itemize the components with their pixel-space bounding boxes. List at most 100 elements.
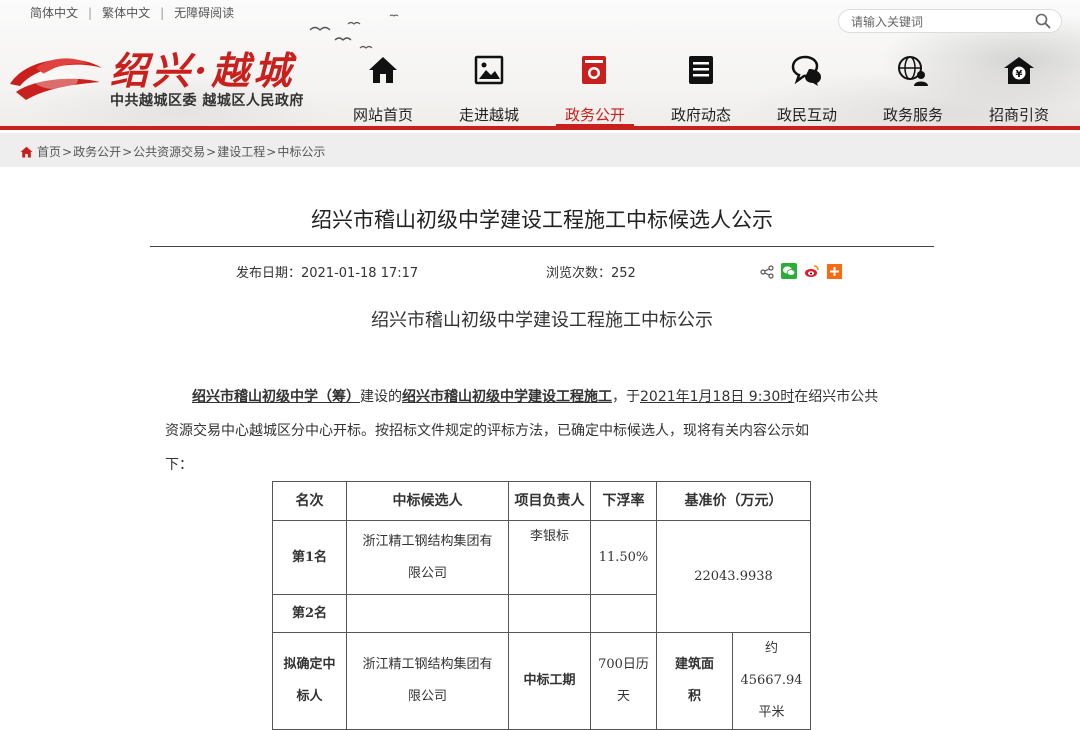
breadcrumb-bar: 首页 > 政务公开 > 公共资源交易 > 建设工程 > 中标公示 [0,133,1080,167]
breadcrumb: 首页 > 政务公开 > 公共资源交易 > 建设工程 > 中标公示 [20,143,325,160]
rank-cell: 第1名 [272,520,347,595]
table-row: 第1名 浙江精工钢结构集团有 限公司 李银标 11.50% 22043.9938 [272,520,811,633]
manager-cell [508,594,591,633]
simplified-chinese-link[interactable]: 简体中文 [20,4,88,21]
period-line: 天 [616,689,630,704]
logo-subtitle: 中共越城区委 越城区人民政府 [110,93,304,109]
period-cell: 700日历天 [590,632,657,730]
paragraph-line: 绍兴市稽山初级中学（筹）建设的绍兴市稽山初级中学建设工程施工，于2021年1月1… [165,380,925,414]
traditional-chinese-link[interactable]: 繁体中文 [92,4,160,21]
logo-emblem-icon [10,58,102,100]
logo-title: 绍兴·越城 [110,48,296,93]
rank-cell: 第2名 [272,594,347,633]
company-line: 浙江精工钢结构集团有 [362,657,493,672]
weibo-icon[interactable] [804,263,820,283]
share-bar [760,263,849,283]
breadcrumb-public-trading[interactable]: 公共资源交易 [133,143,205,160]
share-icon[interactable] [760,264,774,283]
proposed-company-cell: 浙江精工钢结构集团有 限公司 [346,632,509,730]
breadcrumb-home[interactable]: 首页 [37,143,61,160]
wechat-icon[interactable] [781,263,797,283]
search-icon[interactable] [1035,13,1051,29]
label-line: 标人 [296,689,323,704]
views-value: 252 [611,266,636,281]
company-cell: 浙江精工钢结构集团有 限公司 [346,520,509,595]
search-input[interactable] [849,12,1033,32]
bid-candidates-table: 名次 中标候选人 项目负责人 下浮率 基准价（万元） 第1名 浙江精工钢结构集团… [272,481,811,730]
period-line: 700日历 [598,657,649,672]
article-subtitle: 绍兴市稽山初级中学建设工程施工中标公示 [371,310,713,331]
search-box [838,9,1062,33]
nav-label: 走进越城 [458,106,519,124]
nav-label: 政民互动 [776,106,837,124]
nav-label: 政务公开 [564,106,625,124]
search-document-icon [582,56,606,85]
nav-item-interaction[interactable]: 政民互动 [754,50,860,126]
table-header-row: 名次 中标候选人 项目负责人 下浮率 基准价（万元） [272,481,811,521]
project-name: 绍兴市稽山初级中学建设工程施工 [402,389,612,405]
nav-item-investment[interactable]: ¥ 招商引资 [966,50,1072,126]
breadcrumb-bid-announcement[interactable]: 中标公示 [277,143,325,160]
company-line: 限公司 [407,689,447,704]
home-icon [369,57,397,83]
nav-label: 政府动态 [670,106,731,124]
breadcrumb-gov-affairs[interactable]: 政务公开 [73,143,121,160]
proposed-label-cell: 拟确定中 标人 [272,632,347,730]
paragraph-line: 资源交易中心越城区分中心开标。按招标文件规定的评标方法，已确定中标候选人，现将有… [165,423,809,439]
site-header: 简体中文 | 繁体中文 | 无障碍阅读 绍兴·越城 中共越城区委 越城区人民政府 [0,0,1080,130]
header-cell: 中标候选人 [346,481,509,521]
home-icon [20,146,33,157]
label-line: 积 [687,689,701,704]
text: 建设的 [360,389,402,405]
base-price-cell: 22043.9938 [656,520,811,633]
article-title: 绍兴市稽山初级中学建设工程施工中标候选人公示 [311,208,773,232]
open-time: 2021年1月18日 9:30时 [640,389,795,405]
breadcrumb-separator: > [62,144,73,159]
owner-name: 绍兴市稽山初级中学（筹） [192,389,360,405]
company-cell [346,594,509,633]
area-cell: 约45667.94 平米 [732,632,811,730]
nav-label: 招商引资 [988,106,1049,124]
svg-text:¥: ¥ [1016,69,1023,80]
period-label-cell: 中标工期 [508,632,591,730]
main-nav: 网站首页 走进越城 政务公开 政府动态 政民互动 政务服务 ¥ 招商引资 [330,50,1080,130]
nav-item-services[interactable]: 政务服务 [860,50,966,126]
area-label-cell: 建筑面积 [656,632,733,730]
picture-icon [474,55,504,85]
paragraph-line: 下： [165,457,193,473]
table-row: 拟确定中标人 浙江精工钢结构集团有 限公司 中标工期 700日历天 建筑面积 约4… [272,632,811,730]
header-divider [0,126,1080,130]
area-line: 约45667.94 [740,641,803,688]
header-cell: 基准价（万元） [656,481,811,521]
publish-value: 2021-01-18 17:17 [301,266,419,281]
top-links: 简体中文 | 繁体中文 | 无障碍阅读 [20,4,244,21]
label-line: 建筑面 [674,657,714,672]
nav-item-about[interactable]: 走进越城 [436,50,542,126]
company-line: 浙江精工钢结构集团有 [362,533,493,549]
news-icon [689,56,713,84]
nav-item-home[interactable]: 网站首页 [330,50,436,126]
publish-date: 发布日期：2021-01-18 17:17 [236,262,418,281]
breadcrumb-separator: > [122,144,133,159]
publish-label: 发布日期： [236,266,302,281]
house-yen-icon: ¥ [1004,57,1034,84]
nav-item-gov-affairs[interactable]: 政务公开 [542,50,648,127]
header-cell: 名次 [272,481,347,521]
article-paragraph: 绍兴市稽山初级中学（筹）建设的绍兴市稽山初级中学建设工程施工，于2021年1月1… [165,380,925,482]
breadcrumb-construction[interactable]: 建设工程 [217,143,265,160]
rate-cell [590,594,657,633]
manager-cell: 李银标 [508,520,591,595]
rate-cell: 11.50% [590,520,657,595]
views-label: 浏览次数： [546,266,612,281]
nav-label: 政务服务 [882,106,943,124]
more-share-icon[interactable] [827,263,842,283]
site-logo[interactable]: 绍兴·越城 中共越城区委 越城区人民政府 [6,40,336,120]
label-line: 拟确定中 [283,657,336,672]
nav-label: 网站首页 [352,106,413,124]
view-count: 浏览次数：252 [546,262,636,281]
globe-user-icon [898,56,928,86]
accessibility-link[interactable]: 无障碍阅读 [164,4,244,21]
text: 在绍兴市公共 [794,389,879,405]
title-divider [150,246,934,247]
nav-item-gov-news[interactable]: 政府动态 [648,50,754,126]
